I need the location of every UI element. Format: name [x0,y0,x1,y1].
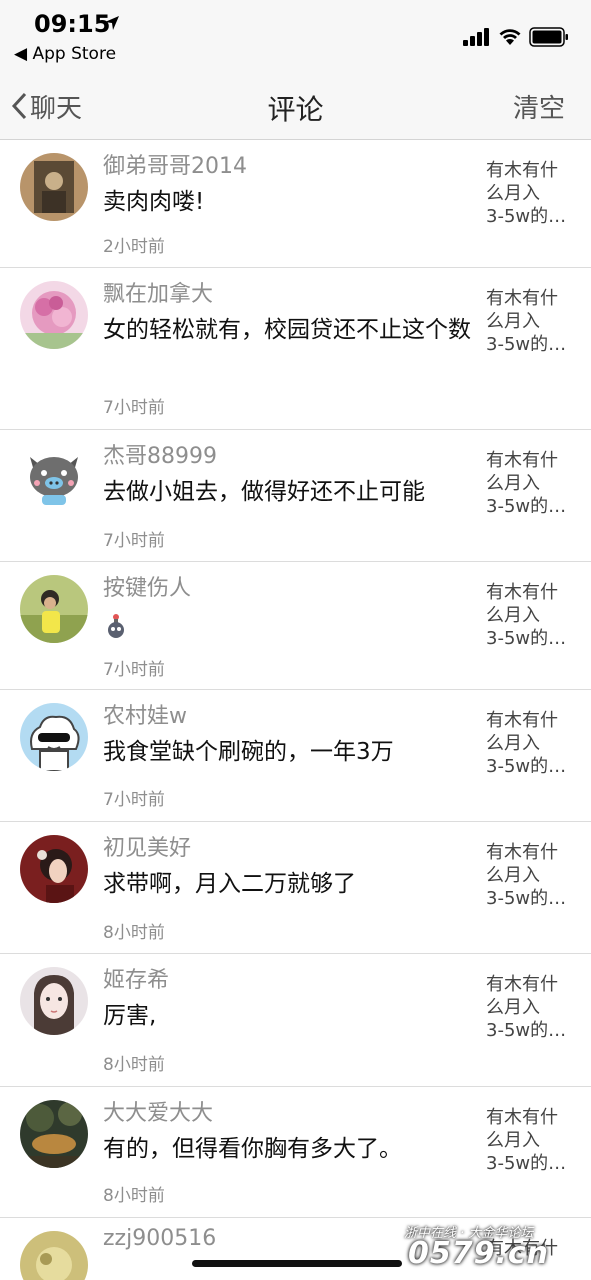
avatar[interactable] [20,1100,88,1168]
page-title: 评论 [267,93,324,126]
comment-row[interactable]: 御弟哥哥2014 卖肉肉喽! 2小时前 有木有什 么月入 3-5w的… [0,140,591,268]
comment-username[interactable]: 初见美好 [103,830,191,862]
comment-time: 8小时前 [103,1055,165,1075]
comment-username[interactable]: 飘在加拿大 [103,276,213,308]
original-post-snippet[interactable]: 有木有什 么月入 3-5w的… [486,159,578,228]
comment-row[interactable]: 姬存希 厉害, 8小时前 有木有什 么月入 3-5w的… [0,954,591,1087]
comment-username[interactable]: 大大爱大大 [103,1095,213,1127]
avatar[interactable] [20,281,88,349]
comment-row[interactable]: 杰哥88999 去做小姐去，做得好还不止可能 7小时前 有木有什 么月入 3-5… [0,430,591,562]
comment-username[interactable]: 农村娃w [103,698,187,730]
wifi-icon [499,29,521,45]
watermark-logo: 浙中在线 · 大金华论坛 0579.cn [404,1222,584,1272]
comment-list: 御弟哥哥2014 卖肉肉喽! 2小时前 有木有什 么月入 3-5w的… 飘在加拿… [0,140,591,1280]
comment-time: 7小时前 [103,398,165,418]
comment-text: 女的轻松就有，校园贷还不止这个数 [103,317,471,343]
cellular-signal-icon [463,28,489,46]
comment-username[interactable]: 杰哥88999 [103,438,217,470]
clear-button[interactable]: 清空 [513,88,565,125]
comment-text: 卖肉肉喽! [103,189,205,215]
avatar[interactable] [20,443,88,511]
original-post-snippet[interactable]: 有木有什 么月入 3-5w的… [486,973,578,1042]
comment-time: 7小时前 [103,531,165,551]
avatar[interactable] [20,967,88,1035]
home-indicator[interactable] [192,1260,402,1267]
navigation-bar: 聊天 评论 清空 [0,70,591,140]
avatar[interactable] [20,575,88,643]
status-time: 09:15 [34,10,111,38]
original-post-snippet[interactable]: 有木有什 么月入 3-5w的… [486,449,578,518]
location-arrow-icon [105,16,119,30]
status-bar: 09:15 ◀ App Store [0,0,591,70]
comment-text: 我食堂缺个刷碗的，一年3万 [103,739,394,765]
comment-username[interactable]: 姬存希 [103,962,169,994]
original-post-snippet[interactable]: 有木有什 么月入 3-5w的… [486,581,578,650]
comment-text: 厉害, [103,1003,157,1029]
original-post-snippet[interactable]: 有木有什 么月入 3-5w的… [486,1106,578,1175]
comment-text: 有的，但得看你胸有多大了。 [103,1136,402,1162]
comment-username[interactable]: zzj900516 [103,1226,216,1251]
original-post-snippet[interactable]: 有木有什 么月入 3-5w的… [486,709,578,778]
comment-time: 8小时前 [103,1186,165,1206]
comment-time: 7小时前 [103,790,165,810]
comment-username[interactable]: 按键伤人 [103,570,191,602]
comment-row[interactable]: 按键伤人 7小时前 有木有什 么月入 3-5w的… [0,562,591,690]
comment-username[interactable]: 御弟哥哥2014 [103,148,247,180]
watermark-domain: 0579.cn [408,1236,550,1271]
emoji-sticker-icon [108,614,124,638]
avatar[interactable] [20,703,88,771]
comment-row[interactable]: 飘在加拿大 女的轻松就有，校园贷还不止这个数 7小时前 有木有什 么月入 3-5… [0,268,591,430]
comment-text: 求带啊，月入二万就够了 [103,871,356,897]
avatar[interactable] [20,1231,88,1280]
comment-row[interactable]: 大大爱大大 有的，但得看你胸有多大了。 8小时前 有木有什 么月入 3-5w的… [0,1087,591,1218]
comment-row[interactable]: 初见美好 求带啊，月入二万就够了 8小时前 有木有什 么月入 3-5w的… [0,822,591,954]
avatar[interactable] [20,153,88,221]
comment-time: 2小时前 [103,237,165,257]
original-post-snippet[interactable]: 有木有什 么月入 3-5w的… [486,841,578,910]
comment-time: 7小时前 [103,660,165,680]
original-post-snippet[interactable]: 有木有什 么月入 3-5w的… [486,287,578,356]
avatar[interactable] [20,835,88,903]
comment-time: 8小时前 [103,923,165,943]
battery-icon [529,27,568,47]
comment-row[interactable]: 农村娃w 我食堂缺个刷碗的，一年3万 7小时前 有木有什 么月入 3-5w的… [0,690,591,822]
comment-text: 去做小姐去，做得好还不止可能 [103,479,425,505]
back-to-app-store[interactable]: ◀ App Store [14,44,116,64]
